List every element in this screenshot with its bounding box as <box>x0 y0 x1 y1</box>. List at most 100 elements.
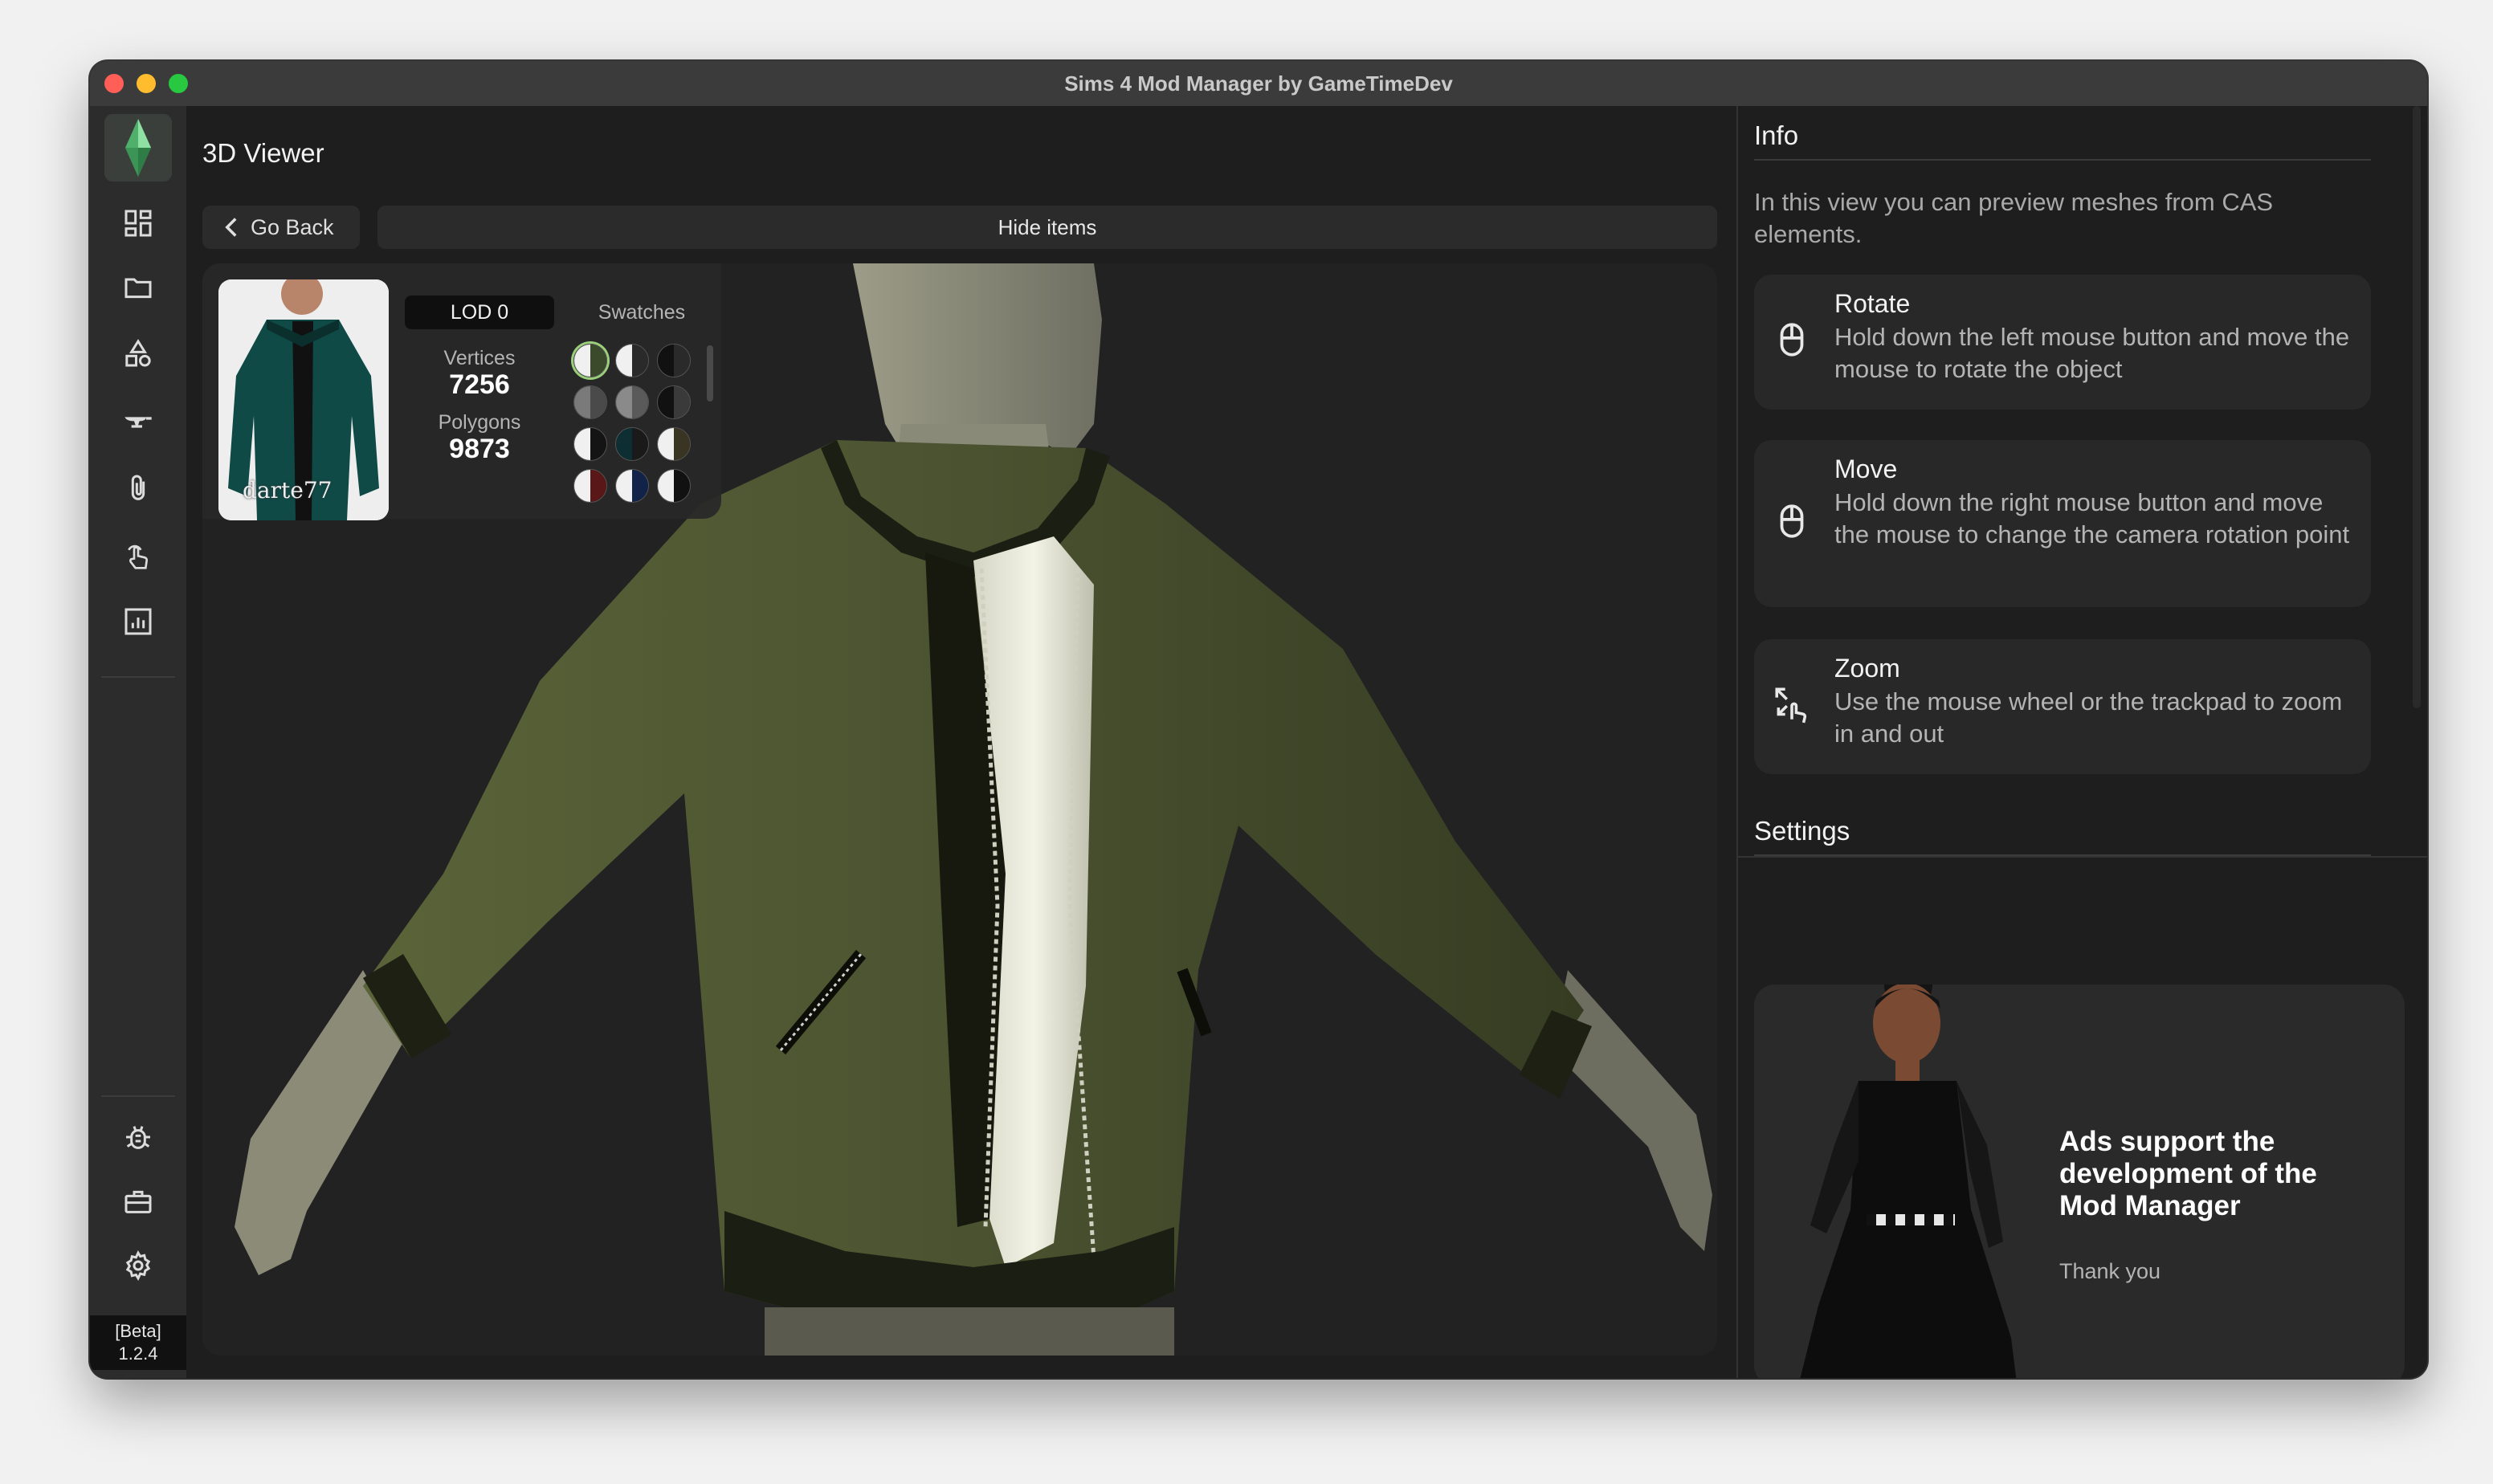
swatches-tab[interactable]: Swatches <box>580 296 704 329</box>
sidebar-divider-bottom <box>101 1095 175 1097</box>
lod-selector[interactable]: LOD 0 <box>405 296 554 329</box>
swatch-10[interactable] <box>573 469 607 503</box>
swatch-12[interactable] <box>657 469 691 503</box>
sidebar: [Beta] 1.2.4 <box>90 106 186 1378</box>
vertices-label: Vertices <box>443 347 516 369</box>
info-intro: In this view you can preview meshes from… <box>1754 188 2274 248</box>
swatch-7[interactable] <box>573 427 607 461</box>
info-scrollbar[interactable] <box>2413 106 2421 708</box>
go-back-label: Go Back <box>251 214 334 239</box>
swatch-color-left <box>616 386 632 418</box>
rotate-card-title: Rotate <box>1834 289 1911 318</box>
swatch-grid <box>573 344 702 504</box>
swatch-5[interactable] <box>615 385 649 419</box>
gear-icon <box>125 1250 151 1281</box>
swatch-color-right <box>632 386 648 418</box>
swatch-9[interactable] <box>657 427 691 461</box>
swatch-color-right <box>674 428 690 460</box>
info-title: Info <box>1754 120 1799 150</box>
folder-icon <box>124 278 152 299</box>
swatch-scrollbar[interactable] <box>707 345 713 402</box>
mouse-icon <box>1780 504 1804 538</box>
anvil-icon <box>124 417 152 428</box>
zoom-gesture-icon <box>1775 687 1807 724</box>
swatch-1[interactable] <box>573 344 607 377</box>
zoom-card: Zoom Use the mouse wheel or the trackpad… <box>1754 639 2371 774</box>
settings-title: Settings <box>1754 816 1850 846</box>
move-card: Move Hold down the right mouse button an… <box>1754 440 2371 607</box>
title-bar: Sims 4 Mod Manager by GameTimeDev <box>90 61 2427 107</box>
ad-banner[interactable]: Ads support the development of the Mod M… <box>1754 985 2405 1378</box>
move-card-description: Hold down the right mouse button and mov… <box>1834 488 2350 548</box>
swatch-color-left <box>658 470 674 502</box>
swatch-color-right <box>590 344 606 377</box>
settings-separator <box>1738 856 2427 858</box>
rotate-card-description: Hold down the left mouse button and move… <box>1834 323 2350 383</box>
swatch-color-left <box>658 344 674 377</box>
swatch-color-right <box>632 344 648 377</box>
vertices-value: 7256 <box>449 369 510 400</box>
version-number: 1.2.4 <box>118 1343 158 1364</box>
version-tag: [Beta] <box>115 1321 161 1341</box>
zoom-card-title: Zoom <box>1834 654 1900 683</box>
swatch-4[interactable] <box>573 385 607 419</box>
bug-icon <box>126 1126 150 1149</box>
swatch-color-left <box>574 428 590 460</box>
go-back-button[interactable]: Go Back <box>202 206 360 249</box>
sidebar-item-toolbox[interactable] <box>114 1177 162 1225</box>
polygons-label: Polygons <box>438 411 521 434</box>
swatch-2[interactable] <box>615 344 649 377</box>
sidebar-item-files[interactable] <box>114 263 162 312</box>
version-label: [Beta] 1.2.4 <box>90 1315 186 1370</box>
swatch-color-right <box>632 428 648 460</box>
sidebar-divider <box>101 676 175 678</box>
mesh-info-panel: darte77 LOD 0 Swatches Vertices 7256 Pol… <box>202 263 721 520</box>
ad-thanks: Thank you <box>2059 1259 2161 1283</box>
swatch-color-right <box>590 386 606 418</box>
3d-viewport[interactable]: darte77 LOD 0 Swatches Vertices 7256 Pol… <box>202 263 1717 1356</box>
paperclip-icon <box>131 475 145 500</box>
info-sidebar: Info In this view you can preview meshes… <box>1736 106 2427 1378</box>
swatch-color-left <box>658 428 674 460</box>
swatch-color-right <box>632 470 648 502</box>
sidebar-item-dashboard[interactable] <box>114 199 162 247</box>
zoom-card-description: Use the mouse wheel or the trackpad to z… <box>1834 687 2343 748</box>
move-card-title: Move <box>1834 455 1898 483</box>
item-thumbnail: darte77 <box>218 279 389 520</box>
report-icon <box>124 608 152 635</box>
ad-title: Ads support the development of the Mod M… <box>2059 1126 2317 1221</box>
hide-items-button[interactable]: Hide items <box>377 206 1717 249</box>
toolbox-icon <box>124 1190 152 1213</box>
tap-gesture-icon <box>128 544 149 569</box>
page-title: 3D Viewer <box>202 138 324 168</box>
rotate-card: Rotate Hold down the left mouse button a… <box>1754 275 2371 410</box>
swatch-color-right <box>674 344 690 377</box>
swatch-11[interactable] <box>615 469 649 503</box>
swatch-6[interactable] <box>657 385 691 419</box>
swatch-color-right <box>590 470 606 502</box>
window-title: Sims 4 Mod Manager by GameTimeDev <box>1064 71 1453 96</box>
sidebar-item-reports[interactable] <box>114 597 162 646</box>
sidebar-item-settings[interactable] <box>114 1241 162 1290</box>
swatch-color-left <box>574 470 590 502</box>
sidebar-item-gestures[interactable] <box>114 533 162 581</box>
mouse-icon <box>1780 323 1804 357</box>
swatch-color-left <box>574 344 590 377</box>
swatch-8[interactable] <box>615 427 649 461</box>
swatch-color-left <box>616 344 632 377</box>
swatch-color-left <box>658 386 674 418</box>
ad-sim-image <box>1800 985 2017 1378</box>
thumbnail-watermark: darte77 <box>243 477 333 503</box>
swatch-3[interactable] <box>657 344 691 377</box>
chevron-left-icon <box>225 218 237 237</box>
main-content: 3D Viewer Go Back Hide items darte77 LOD… <box>186 106 1736 1378</box>
swatch-color-right <box>590 428 606 460</box>
sidebar-item-debug[interactable] <box>114 1113 162 1161</box>
sidebar-item-categories[interactable] <box>114 329 162 377</box>
shapes-icon <box>125 339 151 367</box>
swatch-color-right <box>674 386 690 418</box>
polygons-value: 9873 <box>449 434 510 464</box>
plumbob-logo[interactable] <box>104 114 172 181</box>
sidebar-item-attachments[interactable] <box>114 464 162 512</box>
sidebar-item-tools[interactable] <box>114 398 162 446</box>
